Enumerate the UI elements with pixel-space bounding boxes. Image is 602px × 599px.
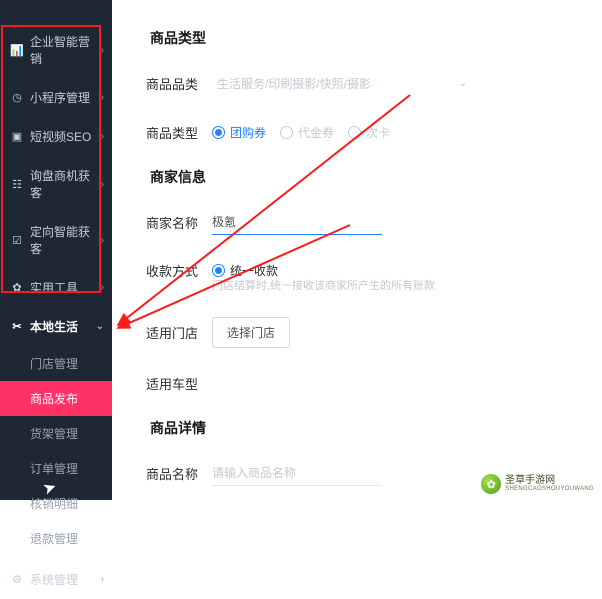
check-icon: ☑	[10, 234, 24, 247]
radio-label: 次卡	[366, 124, 390, 141]
watermark-name: 圣草手游网	[505, 476, 594, 486]
sidebar: 📊 企业智能营销 › ◷ 小程序管理 › ▣ 短视频SEO › ☷ 询盘商机获客…	[0, 0, 112, 500]
radio-dot-icon	[212, 264, 225, 277]
label-applicable-vehicle: 适用车型	[122, 374, 212, 393]
section-title: 商品详情	[150, 418, 572, 438]
radio-label: 代金券	[298, 124, 334, 141]
chevron-down-icon: ⌄	[459, 78, 467, 89]
clock-icon: ◷	[10, 91, 24, 104]
subnav-refund-mgmt[interactable]: 退款管理	[0, 521, 112, 556]
nav-label: 短视频SEO	[30, 128, 101, 145]
nav-targeted-leads[interactable]: ☑ 定向智能获客 ›	[0, 212, 112, 268]
subnav-shelf-mgmt[interactable]: 货架管理	[0, 416, 112, 451]
nav-label: 本地生活	[30, 318, 96, 335]
subnav-product-publish[interactable]: 商品发布	[0, 381, 112, 416]
chevron-right-icon: ›	[101, 45, 104, 56]
payment-hint: 门店结算时,统一接收该商家所产生的所有账款	[212, 277, 572, 293]
watermark: ✿ 圣草手游网 SHENGCAOSHOUYOUWANG	[477, 472, 598, 496]
radio-dot-icon	[280, 126, 293, 139]
nav-utilities[interactable]: ✿ 实用工具 ›	[0, 268, 112, 307]
leaf-icon: ✿	[481, 474, 501, 494]
scissors-icon: ✂	[10, 320, 24, 333]
chevron-right-icon: ›	[101, 131, 104, 142]
flower-icon: ✿	[10, 281, 24, 294]
select-store-button[interactable]: 选择门店	[212, 317, 290, 348]
radio-groupbuy[interactable]: 团购券	[212, 124, 266, 141]
radio-label: 统一收款	[230, 262, 278, 279]
subnav-order-mgmt[interactable]: 订单管理	[0, 451, 112, 486]
label-product-type: 商品类型	[122, 123, 212, 142]
label-product-category: 商品品类	[122, 74, 212, 93]
label-applicable-store: 适用门店	[122, 323, 212, 342]
nav-shortvideo-seo[interactable]: ▣ 短视频SEO ›	[0, 117, 112, 156]
select-product-category[interactable]: 生活服务/印刷摄影/快照/摄影 ⌄	[212, 70, 472, 97]
section-title: 商家信息	[150, 167, 572, 187]
label-merchant-name: 商家名称	[122, 213, 212, 232]
nav-label: 系统管理	[30, 571, 101, 588]
input-merchant-name[interactable]	[212, 210, 382, 235]
section-title: 商品类型	[150, 28, 572, 48]
section-merchant-info: 商家信息 商家名称 收款方式 统一收款 门店结算时,统一接收该商家所产生的所有账…	[122, 167, 572, 396]
nav-local-life[interactable]: ✂ 本地生活 ⌄	[0, 307, 112, 346]
radio-timescard[interactable]: 次卡	[348, 124, 390, 141]
nav-inquiry-leads[interactable]: ☷ 询盘商机获客 ›	[0, 156, 112, 212]
chevron-down-icon: ⌄	[96, 321, 104, 332]
section-product-type: 商品类型 商品品类 生活服务/印刷摄影/快照/摄影 ⌄ 商品类型 团购券	[122, 28, 572, 145]
nav-label: 小程序管理	[30, 89, 101, 106]
chevron-right-icon: ›	[101, 179, 104, 190]
main-content: 商品类型 商品品类 生活服务/印刷摄影/快照/摄影 ⌄ 商品类型 团购券	[112, 0, 602, 500]
subnav-store-mgmt[interactable]: 门店管理	[0, 346, 112, 381]
nav-enterprise-marketing[interactable]: 📊 企业智能营销 ›	[0, 22, 112, 78]
radio-unified-payment[interactable]: 统一收款	[212, 262, 278, 279]
subnav-writeoff-detail[interactable]: 核销明细	[0, 486, 112, 521]
watermark-sub: SHENGCAOSHOUYOUWANG	[505, 486, 594, 492]
nav-label: 实用工具	[30, 279, 101, 296]
list-icon: ☷	[10, 178, 24, 191]
chevron-right-icon: ›	[101, 92, 104, 103]
label-payment-method: 收款方式	[122, 261, 212, 280]
input-product-name[interactable]	[212, 461, 382, 486]
bar-chart-icon: 📊	[10, 44, 24, 57]
chevron-right-icon: ›	[101, 235, 104, 246]
label-product-name: 商品名称	[122, 464, 212, 483]
radio-label: 团购券	[230, 124, 266, 141]
select-placeholder: 生活服务/印刷摄影/快照/摄影	[217, 75, 459, 92]
radio-dot-icon	[212, 126, 225, 139]
chevron-right-icon: ›	[101, 282, 104, 293]
chevron-right-icon: ›	[101, 574, 104, 585]
nav-label: 企业智能营销	[30, 33, 101, 67]
radio-voucher[interactable]: 代金券	[280, 124, 334, 141]
nav-system-mgmt[interactable]: ⚙ 系统管理 ›	[0, 560, 112, 599]
gear-icon: ⚙	[10, 573, 24, 586]
radio-dot-icon	[348, 126, 361, 139]
grid-icon: ▣	[10, 130, 24, 143]
nav-miniprogram[interactable]: ◷ 小程序管理 ›	[0, 78, 112, 117]
nav-label: 定向智能获客	[30, 223, 101, 257]
nav-label: 询盘商机获客	[30, 167, 101, 201]
